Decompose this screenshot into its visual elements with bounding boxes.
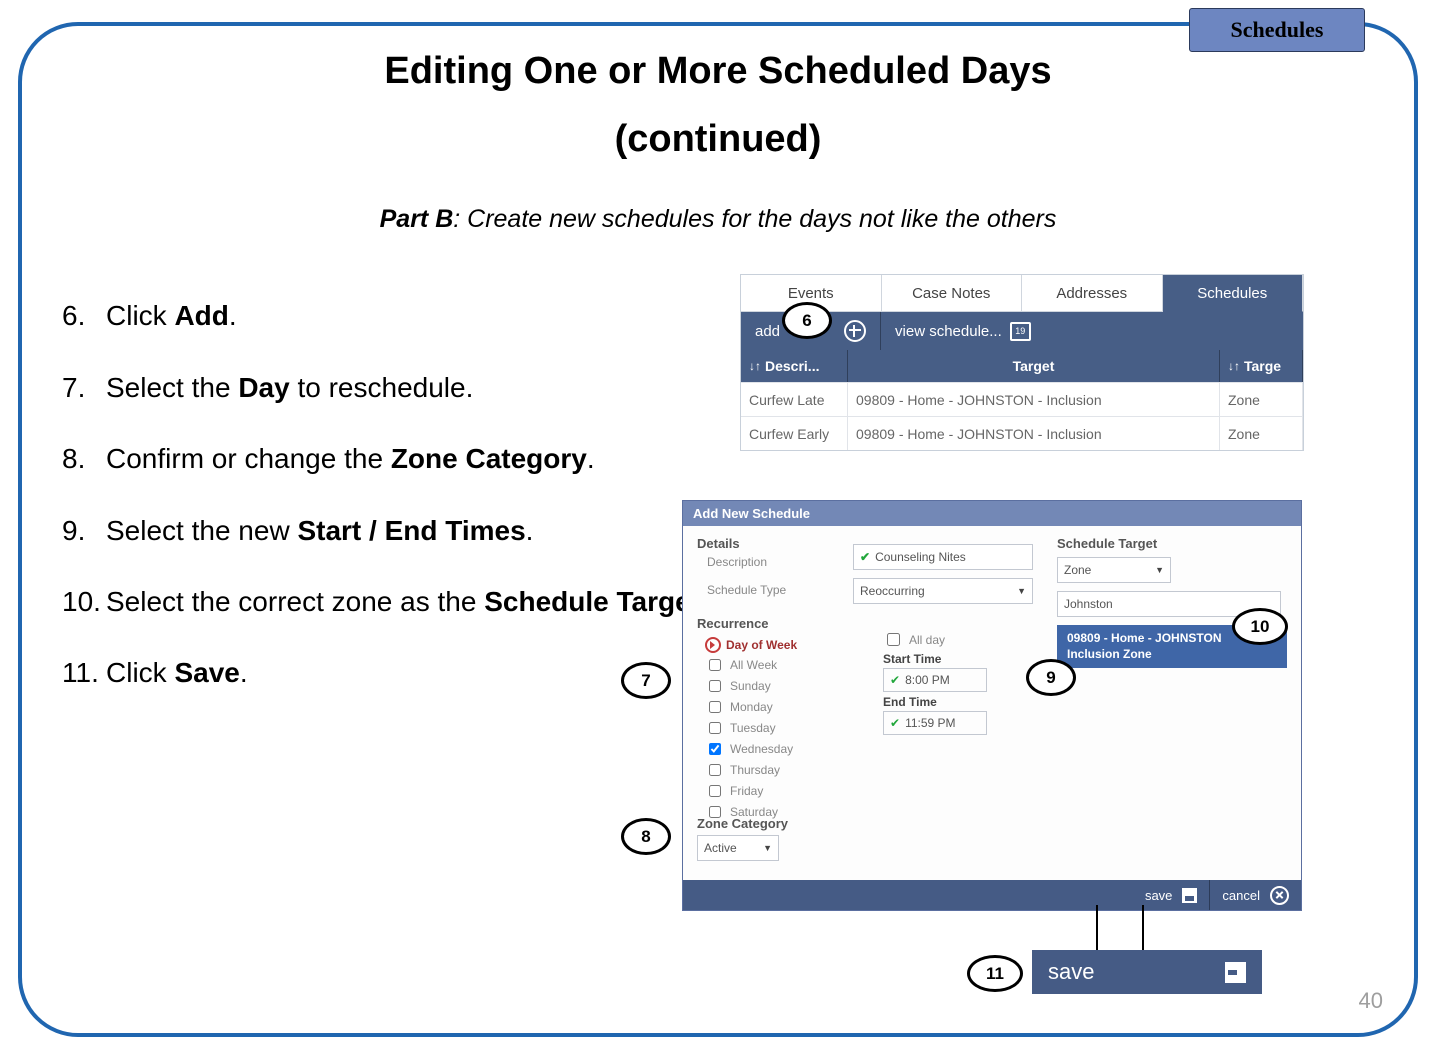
step-item: 8.Confirm or change the Zone Category. bbox=[62, 437, 782, 480]
cancel-button[interactable]: cancel bbox=[1210, 880, 1301, 910]
day-checkbox[interactable]: Wednesday bbox=[705, 740, 797, 758]
tab-case-notes[interactable]: Case Notes bbox=[882, 275, 1023, 312]
callout-6: 6 bbox=[782, 302, 832, 339]
zone-category-select[interactable]: Active bbox=[697, 835, 779, 861]
step-item: 10.Select the correct zone as the Schedu… bbox=[62, 580, 782, 623]
day-checkbox[interactable]: Tuesday bbox=[705, 719, 797, 737]
schedules-table-panel: Events Case Notes Addresses Schedules ad… bbox=[740, 274, 1304, 451]
steps-list: 6.Click Add. 7.Select the Day to reschedu… bbox=[62, 294, 782, 694]
save-button-zoom[interactable]: save bbox=[1032, 950, 1262, 994]
end-time-input[interactable]: ✔11:59 PM bbox=[883, 711, 987, 735]
all-day-checkbox[interactable]: All day bbox=[883, 630, 987, 649]
day-checkbox[interactable]: Sunday bbox=[705, 677, 797, 695]
cancel-icon bbox=[1270, 886, 1289, 905]
save-zoom-label: save bbox=[1048, 959, 1094, 985]
table-row[interactable]: Curfew Early09809 - Home - JOHNSTON - In… bbox=[741, 416, 1303, 450]
section-tab-schedules: Schedules bbox=[1189, 8, 1365, 52]
col-target[interactable]: Target bbox=[848, 350, 1220, 382]
schedule-type-label: Schedule Type bbox=[707, 583, 837, 597]
page-subtitle: (continued) bbox=[22, 118, 1414, 161]
step-item: 11.Click Save. bbox=[62, 651, 782, 694]
callout-8: 8 bbox=[621, 818, 671, 855]
step-item: 9.Select the new Start / End Times. bbox=[62, 509, 782, 552]
schedule-type-select[interactable]: Reoccurring bbox=[853, 578, 1033, 604]
details-heading: Details bbox=[697, 536, 837, 551]
zone-category-heading: Zone Category bbox=[697, 816, 788, 831]
sort-icon: ↓↑ bbox=[1228, 359, 1240, 373]
col-target-type[interactable]: ↓↑Targe bbox=[1220, 350, 1303, 382]
start-time-input[interactable]: ✔8:00 PM bbox=[883, 668, 987, 692]
day-checkbox[interactable]: Thursday bbox=[705, 761, 797, 779]
view-schedule-button[interactable]: view schedule... 19 bbox=[881, 312, 1045, 350]
sort-icon: ↓↑ bbox=[749, 359, 761, 373]
col-description[interactable]: ↓↑Descri... bbox=[741, 350, 848, 382]
save-icon bbox=[1182, 888, 1197, 903]
start-time-label: Start Time bbox=[883, 652, 987, 666]
arrow-icon bbox=[705, 637, 721, 653]
callout-10: 10 bbox=[1232, 608, 1288, 645]
check-icon: ✔ bbox=[860, 550, 870, 564]
day-checkbox[interactable]: All Week bbox=[705, 656, 797, 674]
part-b-line: Part B: Create new schedules for the day… bbox=[22, 205, 1414, 234]
plus-icon bbox=[844, 320, 866, 342]
part-b-label: Part B bbox=[380, 205, 454, 233]
description-input[interactable]: ✔Counseling Nites bbox=[853, 544, 1033, 570]
description-label: Description bbox=[707, 555, 837, 569]
day-checkbox[interactable]: Friday bbox=[705, 782, 797, 800]
dialog-footer: save cancel bbox=[683, 880, 1301, 910]
page-title: Editing One or More Scheduled Days bbox=[22, 50, 1414, 93]
page-number: 40 bbox=[1359, 988, 1383, 1014]
step-item: 6.Click Add. bbox=[62, 294, 782, 337]
day-of-week-list: All Week Sunday Monday Tuesday Wednesday Thur… bbox=[705, 656, 797, 821]
tab-schedules[interactable]: Schedules bbox=[1163, 275, 1304, 312]
schedule-target-heading: Schedule Target bbox=[1057, 536, 1287, 551]
callout-9: 9 bbox=[1026, 659, 1076, 696]
callout-11: 11 bbox=[967, 955, 1023, 992]
end-time-label: End Time bbox=[883, 695, 987, 709]
step-item: 7.Select the Day to reschedule. bbox=[62, 366, 782, 409]
tab-bar: Events Case Notes Addresses Schedules bbox=[741, 275, 1303, 312]
target-type-select[interactable]: Zone bbox=[1057, 557, 1171, 583]
recurrence-heading: Recurrence bbox=[697, 616, 797, 631]
check-icon: ✔ bbox=[890, 673, 900, 687]
zoom-lines bbox=[1084, 905, 1156, 951]
tab-addresses[interactable]: Addresses bbox=[1022, 275, 1163, 312]
calendar-icon: 19 bbox=[1010, 322, 1031, 341]
save-icon bbox=[1225, 962, 1246, 983]
check-icon: ✔ bbox=[890, 716, 900, 730]
callout-7: 7 bbox=[621, 662, 671, 699]
table-row[interactable]: Curfew Late09809 - Home - JOHNSTON - Inc… bbox=[741, 382, 1303, 416]
add-label: add bbox=[755, 323, 780, 340]
part-b-text: : Create new schedules for the days not … bbox=[453, 205, 1056, 233]
dialog-title: Add New Schedule bbox=[683, 501, 1301, 526]
add-schedule-dialog: Add New Schedule Details Description Sch… bbox=[682, 500, 1302, 911]
view-schedule-label: view schedule... bbox=[895, 323, 1002, 340]
day-checkbox[interactable]: Monday bbox=[705, 698, 797, 716]
day-of-week-heading: Day of Week bbox=[705, 637, 797, 653]
table-header: ↓↑Descri... Target ↓↑Targe bbox=[741, 350, 1303, 382]
